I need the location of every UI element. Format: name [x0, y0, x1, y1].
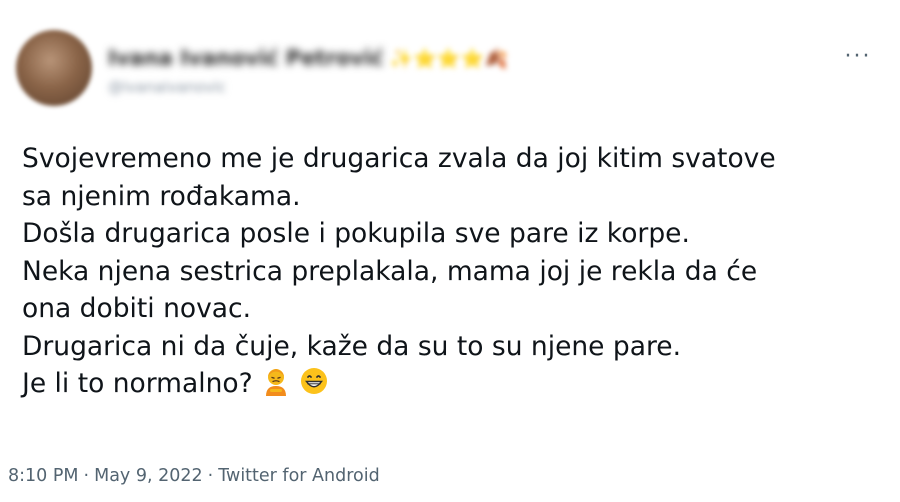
footer-separator: · [207, 466, 214, 486]
tweet-text-last-line: Je li to normalno? [22, 365, 882, 407]
grinning-face-icon [299, 366, 329, 407]
person-pouting-icon [261, 366, 291, 407]
author-display-name[interactable]: Ivana Ivanović Petrović [108, 46, 384, 70]
avatar[interactable] [16, 30, 92, 106]
author-name-row[interactable]: Ivana Ivanović Petrović ✨⭐⭐⭐🍂 [108, 44, 708, 72]
tweet-text-line: Došla drugarica posle i pokupila sve par… [22, 218, 690, 249]
tweet-text-line: Je li to normalno? [22, 368, 253, 399]
tweet-time[interactable]: 8:10 PM [8, 466, 79, 486]
author-name-emojis: ✨⭐⭐⭐🍂 [389, 47, 508, 70]
more-horizontal-icon: ··· [844, 43, 872, 69]
tweet-text-line: Neka njena sestrica preplakala, mama joj… [22, 255, 758, 287]
tweet-text-line: Svojevremeno me je drugarica zvala da jo… [22, 143, 776, 174]
tweet-text-line: sa njenim rođakama. [22, 180, 301, 212]
tweet-header: Ivana Ivanović Petrović ✨⭐⭐⭐🍂 @ivanaivan… [108, 44, 708, 96]
tweet-footer: 8:10 PM · May 9, 2022 · Twitter for Android [8, 466, 380, 486]
tweet-card: Ivana Ivanović Petrović ✨⭐⭐⭐🍂 @ivanaivan… [0, 0, 900, 502]
tweet-source[interactable]: Twitter for Android [218, 466, 380, 486]
tweet-text-line: ona dobiti novac. [22, 293, 251, 324]
footer-separator: · [83, 466, 90, 486]
more-options-button[interactable]: ··· [842, 43, 874, 69]
author-handle[interactable]: @ivanaivanovic [108, 78, 708, 96]
tweet-text: Svojevremeno me je drugarica zvala da jo… [22, 140, 882, 407]
tweet-date[interactable]: May 9, 2022 [94, 466, 203, 486]
tweet-text-line: Drugarica ni da čuje, kaže da su to su n… [22, 330, 681, 362]
